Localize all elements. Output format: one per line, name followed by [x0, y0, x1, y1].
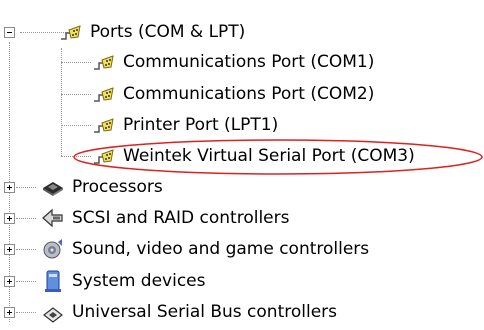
collapse-toggle[interactable]	[4, 27, 15, 38]
expand-toggle[interactable]	[4, 182, 15, 193]
tree-node-label: Printer Port (LPT1)	[123, 115, 279, 135]
tree-node-label: System devices	[72, 271, 206, 291]
scsi-icon	[40, 205, 66, 231]
tree-node-label: Processors	[72, 177, 163, 197]
tree-line	[16, 312, 36, 313]
tree-node-label: SCSI and RAID controllers	[72, 208, 290, 228]
tree-node-label: Communications Port (COM2)	[123, 84, 375, 104]
expand-toggle[interactable]	[4, 307, 15, 318]
tree-node-sound[interactable]: Sound, video and game controllers	[40, 234, 369, 264]
port-icon	[91, 49, 117, 75]
port-icon	[58, 19, 84, 45]
tree-node-system-devices[interactable]: System devices	[40, 266, 206, 296]
expand-toggle[interactable]	[4, 244, 15, 255]
tree-node-scsi[interactable]: SCSI and RAID controllers	[40, 203, 289, 233]
tree-line	[61, 94, 91, 95]
tree-line	[61, 125, 91, 126]
processor-icon	[40, 174, 66, 200]
tree-node-processors[interactable]: Processors	[40, 172, 163, 202]
usb-icon	[40, 299, 66, 325]
tree-node-label: Ports (COM & LPT)	[90, 22, 246, 42]
tree-node-label: Universal Serial Bus controllers	[72, 302, 338, 322]
tree-line	[16, 218, 36, 219]
device-tree: Ports (COM & LPT) Communications Port (C…	[0, 0, 484, 323]
tree-line	[61, 62, 91, 63]
tree-node-com2[interactable]: Communications Port (COM2)	[91, 79, 374, 109]
tree-node-label: Communications Port (COM1)	[123, 52, 375, 72]
tree-node-label: Sound, video and game controllers	[72, 239, 370, 259]
system-devices-icon	[40, 268, 66, 294]
sound-icon	[40, 236, 66, 262]
tree-line	[16, 281, 36, 282]
tree-line	[61, 48, 62, 156]
port-icon	[91, 81, 117, 107]
expand-toggle[interactable]	[4, 276, 15, 287]
tree-node-ports[interactable]: Ports (COM & LPT)	[58, 17, 245, 47]
port-icon	[91, 112, 117, 138]
expand-toggle[interactable]	[4, 213, 15, 224]
tree-line	[16, 249, 36, 250]
tree-node-com1[interactable]: Communications Port (COM1)	[91, 47, 374, 77]
tree-line	[16, 187, 36, 188]
